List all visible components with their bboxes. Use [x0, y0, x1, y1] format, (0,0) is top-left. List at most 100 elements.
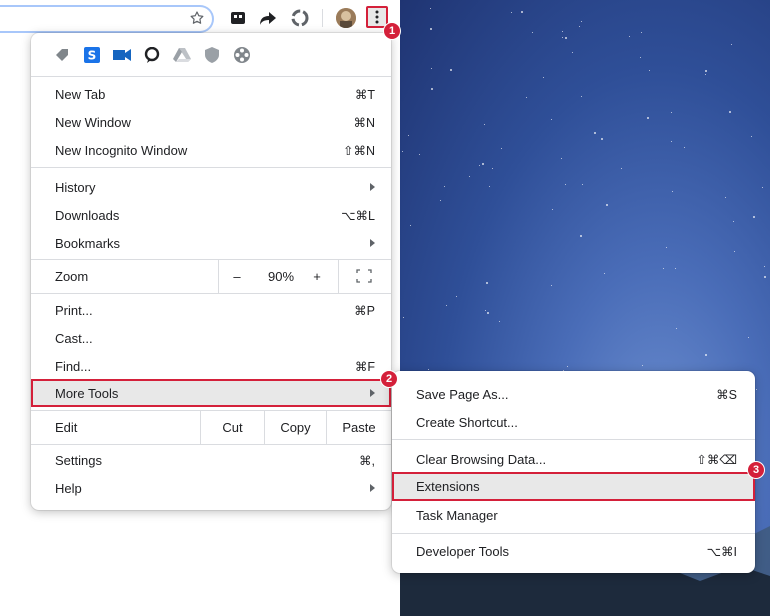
menu-item-history[interactable]: History	[31, 173, 391, 201]
menu-item-settings[interactable]: Settings ⌘,	[31, 446, 391, 474]
profile-avatar[interactable]	[336, 8, 356, 28]
tab-manager-icon[interactable]	[228, 8, 248, 28]
star-dot	[594, 132, 596, 134]
paste-button[interactable]: Paste	[327, 410, 391, 444]
star-dot	[552, 209, 553, 210]
star-dot	[565, 37, 567, 39]
submenu-arrow-icon	[370, 183, 375, 191]
extension-icons-row: S	[31, 33, 391, 76]
tag-icon[interactable]	[53, 46, 71, 64]
menu-item-extensions[interactable]: Extensions	[392, 472, 755, 501]
chrome-main-menu: S New Tab ⌘T New Window ⌘N New Incognito…	[31, 33, 391, 510]
star-dot	[567, 366, 568, 367]
star-dot	[543, 77, 544, 78]
star-icon[interactable]	[187, 8, 207, 28]
zoom-label: Zoom	[55, 268, 89, 284]
menu-item-label: Create Shortcut...	[416, 414, 518, 430]
submenu-arrow-icon	[370, 239, 375, 247]
menu-item-create-shortcut[interactable]: Create Shortcut...	[392, 408, 755, 436]
menu-item-label: Settings	[55, 452, 102, 468]
star-dot	[440, 200, 441, 201]
s-extension-icon[interactable]: S	[83, 46, 101, 64]
cut-button[interactable]: Cut	[201, 410, 264, 444]
recycle-icon[interactable]	[290, 8, 310, 28]
divider	[338, 259, 339, 293]
star-dot	[762, 187, 763, 188]
menu-item-print[interactable]: Print... ⌘P	[31, 296, 391, 324]
star-dot	[580, 235, 582, 237]
star-dot	[676, 328, 677, 329]
chat-icon[interactable]	[143, 46, 161, 64]
svg-text:S: S	[88, 48, 97, 62]
drive-icon[interactable]	[173, 46, 191, 64]
submenu-arrow-icon	[370, 389, 375, 397]
star-dot	[606, 204, 608, 206]
star-dot	[663, 268, 664, 269]
star-dot	[482, 163, 484, 165]
shield-icon[interactable]	[203, 46, 221, 64]
menu-separator	[31, 76, 391, 77]
step-badge-2: 2	[380, 370, 398, 388]
star-dot	[684, 147, 685, 148]
fullscreen-icon[interactable]	[351, 259, 377, 293]
menu-item-more-tools[interactable]: More Tools	[31, 379, 391, 407]
menu-item-find[interactable]: Find... ⌘F	[31, 352, 391, 380]
menu-item-label: Print...	[55, 302, 93, 318]
star-dot	[410, 225, 411, 226]
menu-item-task-manager[interactable]: Task Manager	[392, 501, 755, 529]
star-dot	[450, 69, 452, 71]
star-dot	[487, 312, 489, 314]
star-dot	[446, 305, 447, 306]
shortcut-text: ⇧⌘⌫	[696, 452, 737, 467]
star-dot	[675, 268, 676, 269]
address-bar[interactable]	[0, 5, 214, 33]
shortcut-text: ⌘F	[354, 359, 375, 374]
star-dot	[748, 337, 749, 338]
shortcut-text: ⌥⌘L	[341, 208, 375, 223]
star-dot	[444, 186, 445, 187]
share-arrow-icon[interactable]	[258, 8, 278, 28]
menu-item-downloads[interactable]: Downloads ⌥⌘L	[31, 201, 391, 229]
zoom-out-button[interactable]: –	[227, 259, 247, 293]
star-dot	[485, 310, 486, 311]
star-dot	[486, 282, 488, 284]
star-dot	[492, 168, 493, 169]
film-reel-icon[interactable]	[233, 46, 251, 64]
star-dot	[430, 28, 432, 30]
star-dot	[604, 273, 605, 274]
menu-separator	[31, 293, 391, 294]
zoom-in-button[interactable]: +	[307, 259, 327, 293]
star-dot	[419, 154, 420, 155]
star-dot	[734, 251, 735, 252]
star-dot	[484, 124, 485, 125]
toolbar-divider	[322, 9, 323, 27]
star-dot	[526, 97, 527, 98]
menu-item-new-tab[interactable]: New Tab ⌘T	[31, 80, 391, 108]
star-dot	[764, 276, 766, 278]
star-dot	[642, 365, 643, 366]
menu-separator	[31, 167, 391, 168]
edit-row: Edit Cut Copy Paste	[31, 410, 391, 444]
copy-button[interactable]: Copy	[265, 410, 326, 444]
star-dot	[565, 184, 566, 185]
star-dot	[428, 369, 429, 370]
star-dot	[621, 168, 622, 169]
menu-item-save-page[interactable]: Save Page As... ⌘S	[392, 380, 755, 408]
star-dot	[729, 111, 731, 113]
menu-item-cast[interactable]: Cast...	[31, 324, 391, 352]
menu-item-bookmarks[interactable]: Bookmarks	[31, 229, 391, 257]
star-dot	[581, 96, 582, 97]
browser-toolbar	[0, 0, 400, 36]
star-dot	[725, 197, 726, 198]
menu-item-new-window[interactable]: New Window ⌘N	[31, 108, 391, 136]
star-dot	[579, 26, 580, 27]
star-dot	[431, 88, 433, 90]
menu-item-label: Developer Tools	[416, 543, 509, 559]
star-dot	[561, 158, 562, 159]
more-tools-submenu: Save Page As... ⌘S Create Shortcut... Cl…	[392, 371, 755, 573]
menu-item-help[interactable]: Help	[31, 474, 391, 502]
menu-item-developer-tools[interactable]: Developer Tools ⌥⌘I	[392, 537, 755, 565]
menu-item-clear-browsing-data[interactable]: Clear Browsing Data... ⇧⌘⌫	[392, 445, 755, 473]
menu-item-new-incognito[interactable]: New Incognito Window ⇧⌘N	[31, 136, 391, 164]
video-icon[interactable]	[113, 46, 131, 64]
